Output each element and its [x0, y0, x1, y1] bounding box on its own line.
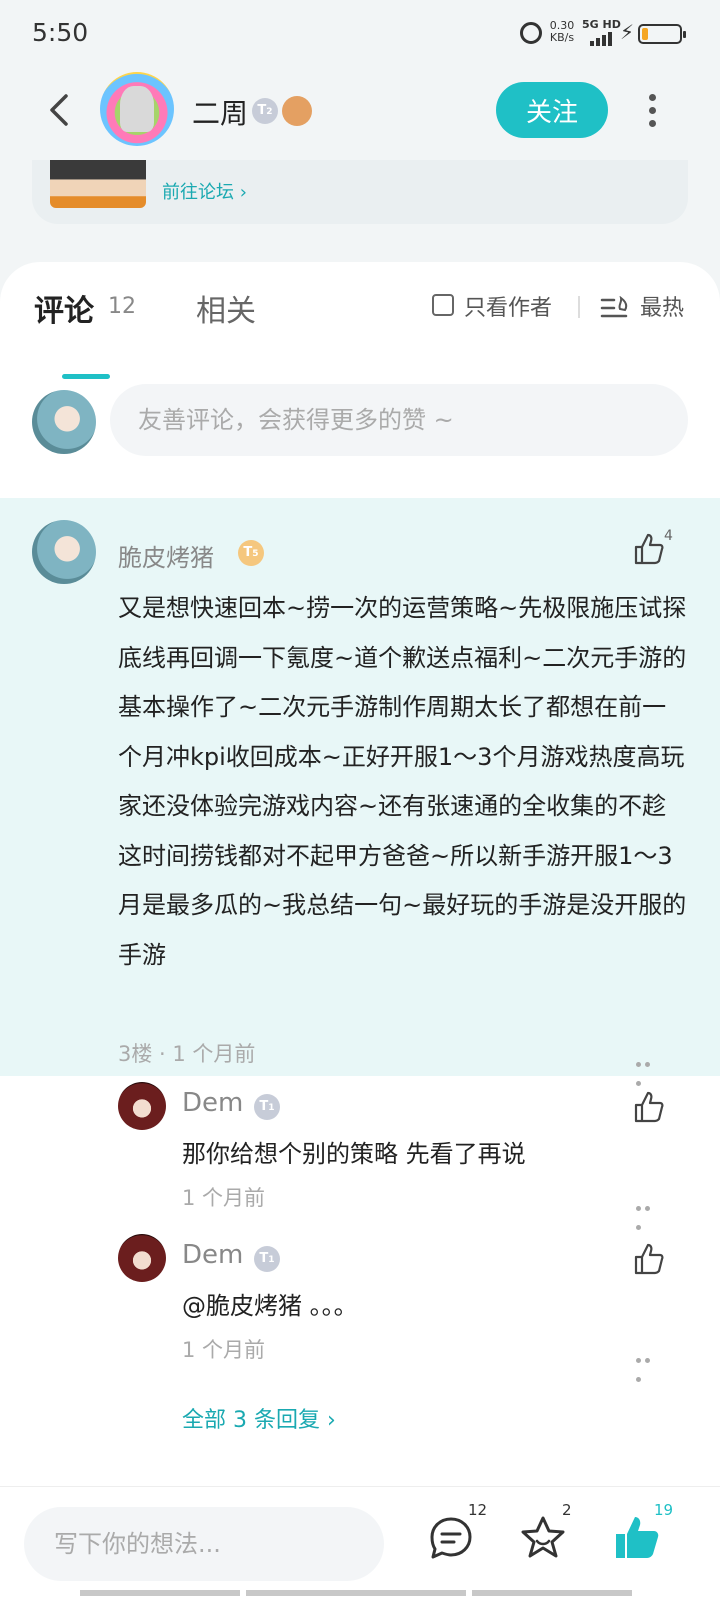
reply-level-badge: T1 — [254, 1246, 280, 1272]
like-filled-icon[interactable] — [612, 1513, 662, 1563]
write-thought-input[interactable] — [24, 1507, 384, 1581]
sort-icon[interactable] — [600, 295, 630, 320]
comment-item: 脆皮烤猪 T5 4 又是想快速回本~捞一次的运营策略~先极限施压试探底线再回调一… — [0, 498, 720, 1086]
reply-avatar[interactable] — [118, 1234, 166, 1282]
reply-time: 1 个月前 — [182, 1338, 266, 1362]
game-card[interactable]: 前往论坛 › — [32, 160, 688, 224]
commenter-level-badge: T5 — [238, 540, 264, 566]
follow-button[interactable]: 关注 — [496, 82, 608, 138]
reply-item: Dem T1 那你给想个别的策略 先看了再说 1 个月前 — [0, 1082, 720, 1230]
battery-icon — [638, 24, 686, 44]
game-thumbnail — [50, 160, 146, 208]
decoration-badge-icon — [282, 96, 312, 126]
view-all-replies-link[interactable]: 全部 3 条回复 › — [182, 1402, 336, 1434]
comment-meta: 3楼 · 1 个月前 — [118, 1042, 256, 1066]
comment-like-count: 4 — [664, 528, 673, 544]
comment-input-row — [0, 384, 720, 460]
like-icon[interactable] — [632, 1242, 666, 1276]
signal-icon — [590, 32, 618, 46]
like-icon[interactable] — [632, 1090, 666, 1124]
bottom-action-bar: 12 2 19 — [0, 1486, 720, 1600]
reply-level-badge: T1 — [254, 1094, 280, 1120]
reply-body: 那你给想个别的策略 先看了再说 — [182, 1140, 526, 1168]
tab-related[interactable]: 相关 — [196, 286, 256, 330]
like-count: 19 — [654, 1501, 674, 1519]
comment-count: 12 — [468, 1501, 488, 1519]
my-avatar — [32, 390, 96, 454]
reply-author[interactable]: Dem — [182, 1240, 243, 1270]
battery-level — [642, 28, 648, 40]
more-dots-icon[interactable] — [636, 1196, 662, 1230]
network-type: 5G HD — [582, 18, 621, 31]
tab-comments-count: 12 — [108, 294, 136, 319]
status-time: 5:50 — [32, 18, 89, 47]
comment-input[interactable] — [110, 384, 688, 456]
reply-time: 1 个月前 — [182, 1186, 266, 1210]
comment-body: 又是想快速回本~捞一次的运营策略~先极限施压试探底线再回调一下氪度~道个歉送点福… — [118, 594, 687, 969]
charging-icon: ⚡ — [620, 20, 635, 44]
reply-body: @脆皮烤猪 。。。 — [182, 1292, 358, 1320]
favorite-star-icon[interactable] — [518, 1513, 568, 1563]
forum-link[interactable]: 前往论坛 › — [162, 178, 247, 204]
home-indicator — [80, 1590, 640, 1596]
like-icon[interactable] — [632, 532, 666, 566]
reply-item: Dem T1 @脆皮烤猪 。。。 1 个月前 — [0, 1234, 720, 1382]
more-vertical-icon[interactable] — [646, 94, 658, 128]
more-dots-icon[interactable] — [636, 1348, 662, 1382]
only-author-label: 只看作者 — [464, 296, 553, 321]
alarm-icon — [520, 22, 542, 44]
commenter-name[interactable]: 脆皮烤猪 — [118, 538, 214, 573]
checkbox-icon[interactable] — [432, 294, 454, 316]
comment-icon[interactable] — [426, 1513, 476, 1563]
sort-label[interactable]: 最热 — [640, 290, 684, 322]
active-tab-indicator — [62, 374, 110, 379]
favorite-count: 2 — [562, 1501, 572, 1519]
author-avatar[interactable] — [100, 72, 174, 146]
more-dots-icon[interactable] — [636, 1052, 662, 1086]
status-bar: 5:50 0.30 KB/s 5G HD ⚡ — [0, 0, 720, 70]
author-name[interactable]: 二周 — [192, 92, 248, 132]
reply-author[interactable]: Dem — [182, 1088, 243, 1118]
tab-comments[interactable]: 评论 — [34, 286, 94, 330]
commenter-avatar[interactable] — [32, 520, 96, 584]
network-speed: 0.30 KB/s — [549, 19, 575, 44]
comments-panel: 评论 12 相关 只看作者 最热 脆皮烤猪 T5 4 又是想快速回本~捞一次的运… — [0, 262, 720, 1600]
reply-avatar[interactable] — [118, 1082, 166, 1130]
tab-bar: 评论 12 相关 只看作者 最热 — [0, 286, 720, 379]
author-level-badge: T2 — [252, 98, 278, 124]
top-header: 二周 T2 关注 — [0, 70, 720, 160]
divider — [578, 296, 580, 318]
back-icon[interactable] — [40, 90, 80, 130]
